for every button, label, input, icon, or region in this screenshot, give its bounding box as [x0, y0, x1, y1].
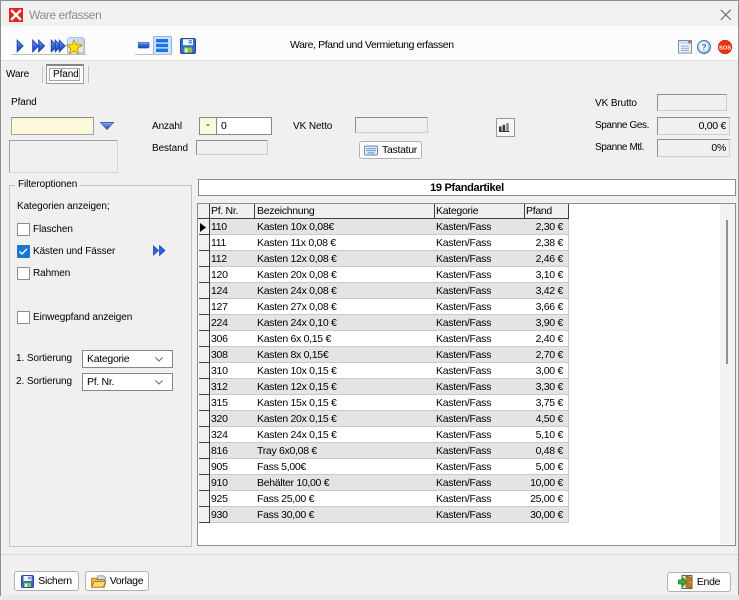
svg-text:SOS: SOS [719, 45, 731, 51]
svg-text:?: ? [701, 43, 706, 52]
